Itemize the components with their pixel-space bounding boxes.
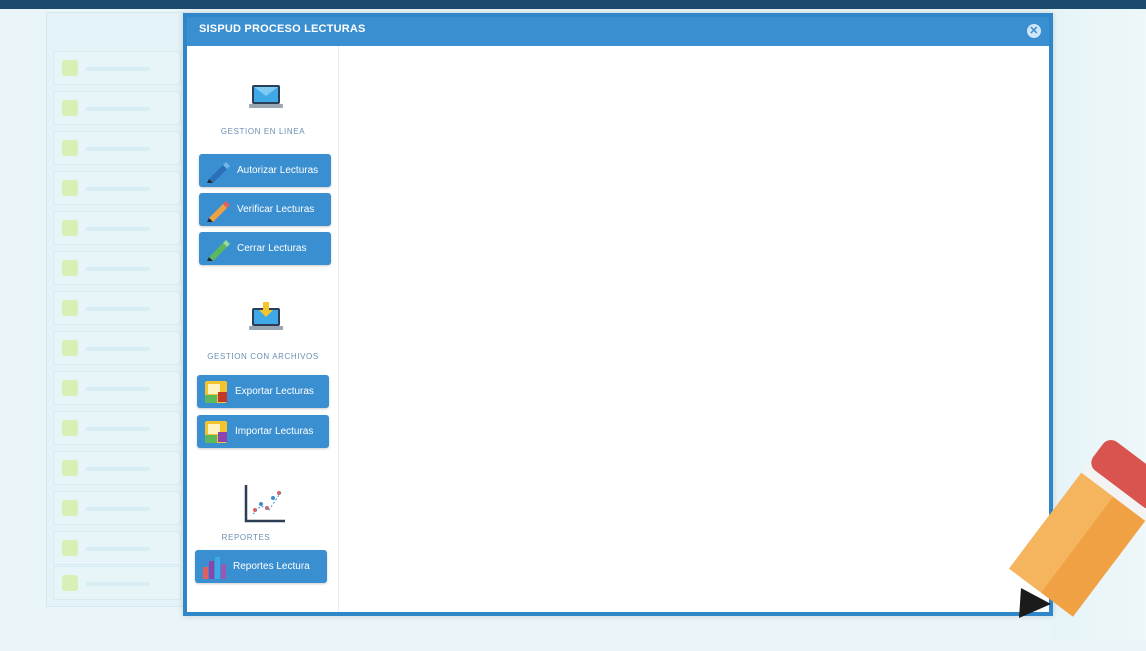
background-sidebar-item xyxy=(53,131,181,165)
close-icon[interactable]: ✕ xyxy=(1027,24,1041,38)
scatter-chart-icon xyxy=(244,485,285,523)
modal-title: SISPUD PROCESO LECTURAS xyxy=(199,23,366,35)
content-area xyxy=(339,46,1146,618)
section-label-reportes: REPORTES xyxy=(221,533,271,542)
background-sidebar-item xyxy=(53,91,181,125)
cerrar-lecturas-button[interactable]: Cerrar Lecturas xyxy=(199,232,331,265)
importar-lecturas-label: Importar Lecturas xyxy=(235,426,314,437)
exportar-lecturas-label: Exportar Lecturas xyxy=(235,386,314,397)
background-sidebar-item xyxy=(53,171,181,205)
background-sidebar-item xyxy=(53,291,181,325)
importar-lecturas-button[interactable]: Importar Lecturas xyxy=(197,415,329,448)
actions-panel: GESTION EN LINEA Autorizar Lecturas Veri… xyxy=(187,46,339,612)
export-file-icon xyxy=(205,380,227,403)
bar-chart-icon xyxy=(203,556,226,579)
import-file-icon xyxy=(205,420,227,443)
green-pencil-icon xyxy=(207,239,230,261)
top-bar xyxy=(0,0,1146,9)
background-sidebar-item xyxy=(53,251,181,285)
cerrar-lecturas-label: Cerrar Lecturas xyxy=(237,243,307,254)
reportes-lectura-button[interactable]: Reportes Lectura xyxy=(195,550,327,583)
verificar-lecturas-button[interactable]: Verificar Lecturas xyxy=(199,193,331,226)
section-label-gestion-con-archivos: GESTION CON ARCHIVOS xyxy=(207,352,319,361)
reportes-lectura-label: Reportes Lectura xyxy=(233,561,310,572)
blue-pencil-icon xyxy=(207,161,230,183)
monitor-icon xyxy=(249,85,283,108)
background-sidebar-item xyxy=(53,331,181,365)
orange-pencil-icon xyxy=(207,200,230,222)
background-sidebar-item xyxy=(53,411,181,445)
modal-header: SISPUD PROCESO LECTURAS ✕ xyxy=(187,17,1049,46)
background-sidebar-item xyxy=(53,211,181,245)
verificar-lecturas-label: Verificar Lecturas xyxy=(237,204,315,215)
background-sidebar xyxy=(46,12,186,607)
background-sidebar-item xyxy=(53,51,181,85)
background-sidebar-item xyxy=(53,451,181,485)
autorizar-lecturas-button[interactable]: Autorizar Lecturas xyxy=(199,154,331,187)
lecturas-modal: SISPUD PROCESO LECTURAS ✕ GESTION EN LIN… xyxy=(183,13,1146,618)
section-label-gestion-en-linea: GESTION EN LINEA xyxy=(220,127,306,136)
background-sidebar-item xyxy=(53,491,181,525)
download-monitor-icon xyxy=(249,302,283,330)
background-sidebar-item xyxy=(53,371,181,405)
background-sidebar-item xyxy=(53,531,181,565)
background-sidebar-item xyxy=(53,566,181,600)
pencil-illustration-icon xyxy=(1009,440,1146,618)
exportar-lecturas-button[interactable]: Exportar Lecturas xyxy=(197,375,329,408)
autorizar-lecturas-label: Autorizar Lecturas xyxy=(237,165,319,176)
